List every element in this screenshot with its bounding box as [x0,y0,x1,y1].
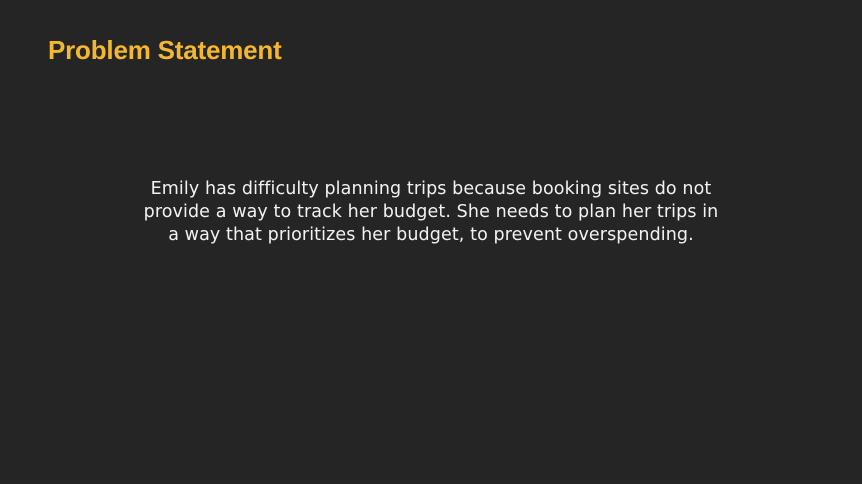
slide-title: Problem Statement [48,35,282,65]
problem-statement-text: Emily has difficulty planning trips beca… [143,179,719,245]
slide: Problem Statement Emily has difficulty p… [0,0,862,484]
